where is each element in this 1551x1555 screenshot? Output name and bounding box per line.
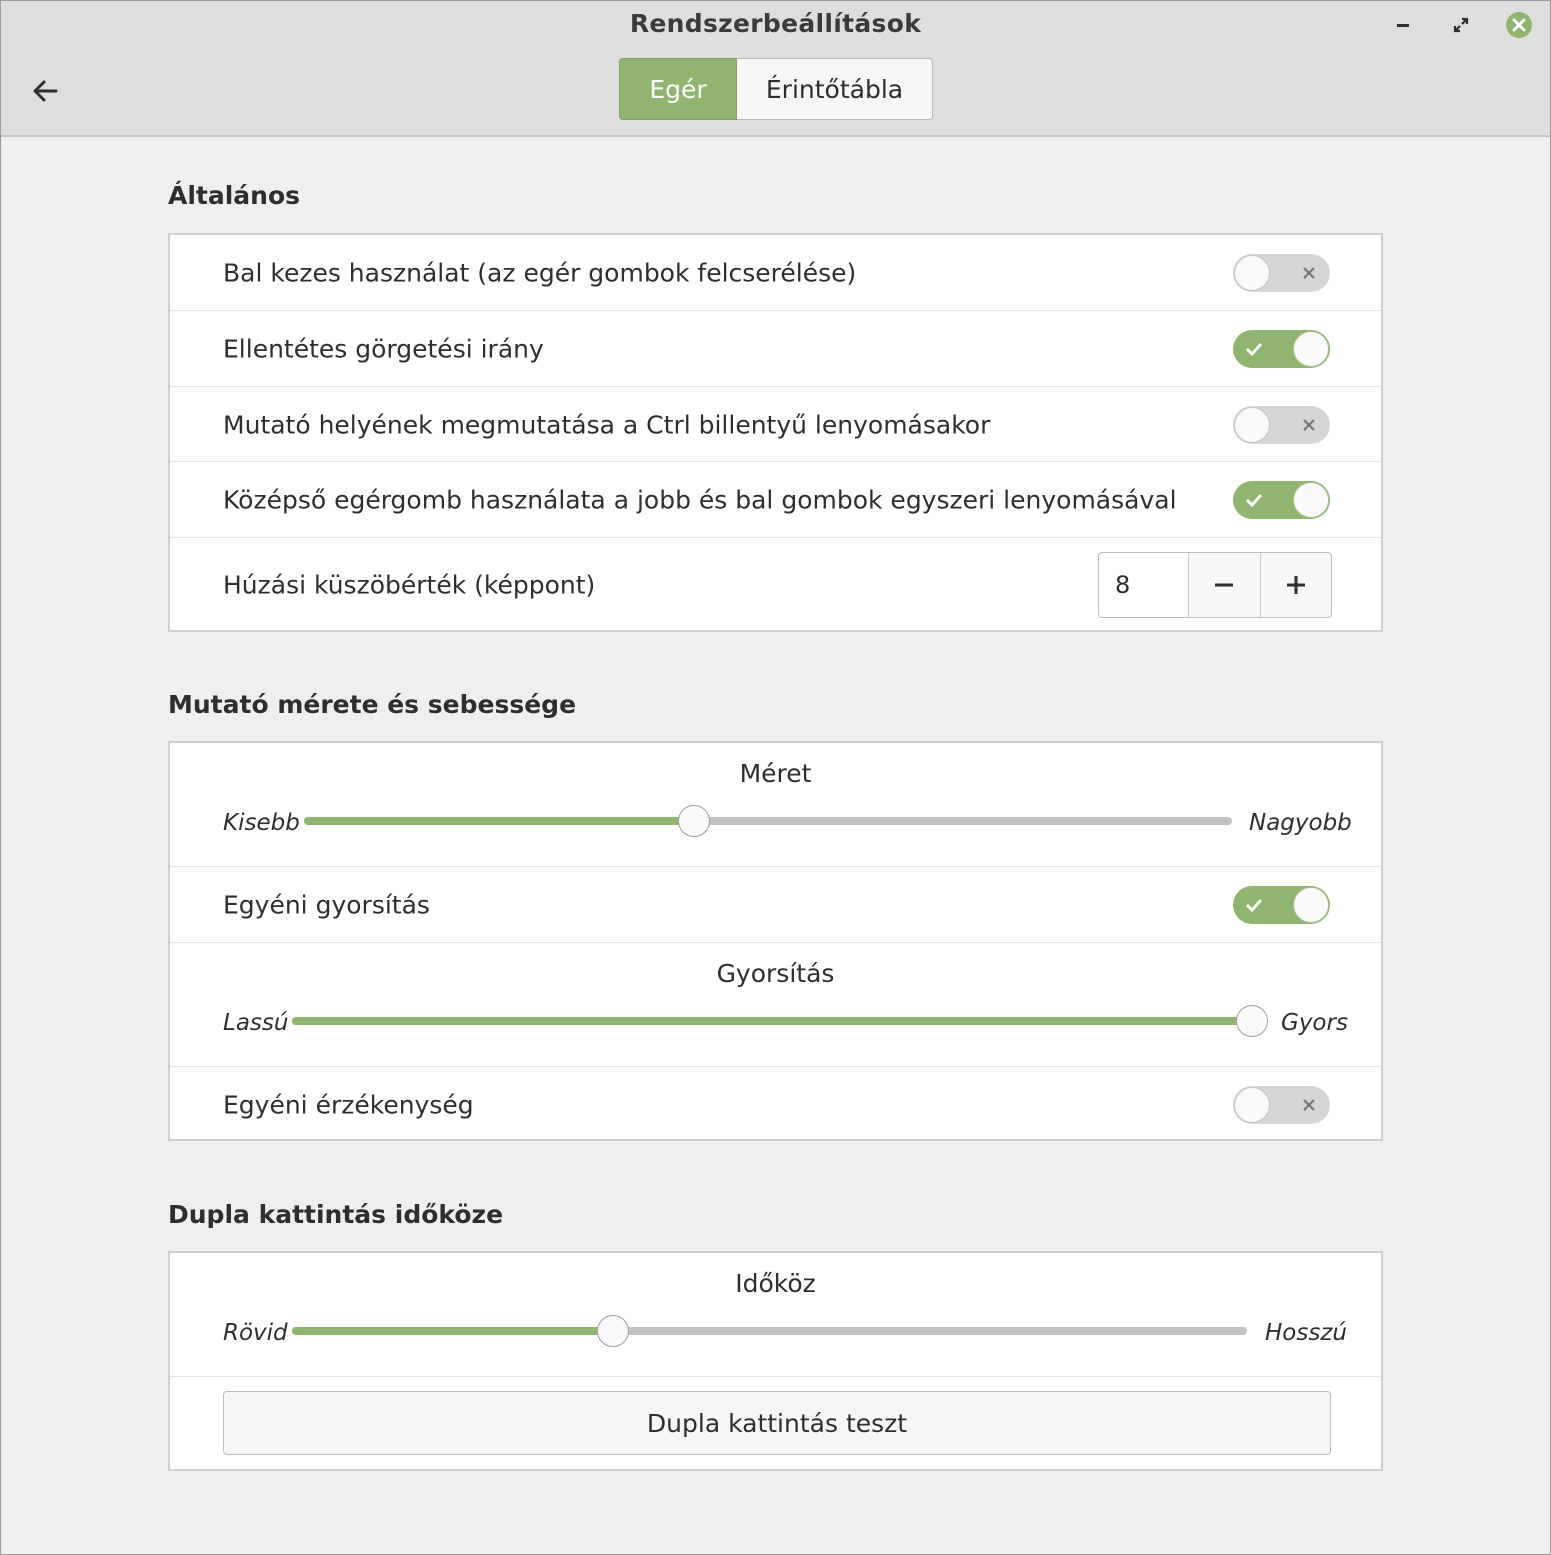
switch-knob bbox=[1234, 1087, 1270, 1123]
restore-icon bbox=[1453, 17, 1469, 33]
cross-icon bbox=[1302, 406, 1316, 444]
slider-handle[interactable] bbox=[677, 805, 710, 837]
slider-max-label: Hosszú bbox=[1265, 1320, 1347, 1346]
window-title: Rendszerbeállítások bbox=[629, 9, 922, 38]
setting-row-left-handed: Bal kezes használat (az egér gombok felc… bbox=[170, 235, 1381, 310]
setting-label: Egyéni érzékenység bbox=[223, 1090, 474, 1120]
plus-icon bbox=[1286, 576, 1305, 594]
slider-handle[interactable] bbox=[596, 1315, 629, 1347]
setting-label: Mutató helyének megmutatása a Ctrl bille… bbox=[223, 410, 991, 440]
switch-knob bbox=[1234, 255, 1270, 291]
slider-title: Méret bbox=[739, 759, 812, 788]
slider-max-label: Nagyobb bbox=[1249, 810, 1352, 836]
slider-fill bbox=[304, 817, 694, 825]
setting-row-acceleration: Gyorsítás Lassú Gyors bbox=[170, 942, 1381, 1066]
reverse-scroll-switch[interactable] bbox=[1233, 330, 1330, 368]
slider-max-label: Gyors bbox=[1281, 1010, 1348, 1036]
setting-label: Ellentétes görgetési irány bbox=[223, 334, 544, 364]
switch-knob bbox=[1293, 331, 1329, 367]
middle-click-switch[interactable] bbox=[1233, 481, 1330, 519]
setting-row-custom-sensitivity: Egyéni érzékenység bbox=[170, 1066, 1381, 1141]
close-button[interactable] bbox=[1504, 10, 1534, 40]
setting-label: Egyéni gyorsítás bbox=[223, 890, 430, 920]
setting-row-middle-click: Középső egérgomb használata a jobb és ba… bbox=[170, 461, 1381, 537]
arrow-left-icon bbox=[33, 80, 58, 102]
double-click-interval-slider[interactable] bbox=[292, 1315, 1247, 1347]
slider-fill bbox=[292, 1327, 613, 1335]
check-icon bbox=[1245, 330, 1263, 368]
left-handed-switch[interactable] bbox=[1233, 254, 1330, 292]
slider-min-label: Rövid bbox=[223, 1320, 288, 1346]
setting-row-locate-pointer: Mutató helyének megmutatása a Ctrl bille… bbox=[170, 386, 1381, 461]
general-settings-box: Bal kezes használat (az egér gombok felc… bbox=[168, 233, 1383, 632]
switch-knob bbox=[1234, 407, 1270, 443]
setting-label: Húzási küszöbérték (képpont) bbox=[223, 570, 596, 600]
pointer-size-slider[interactable] bbox=[304, 805, 1232, 837]
setting-row-double-click-interval: Időköz Rövid Hosszú bbox=[170, 1253, 1381, 1376]
decrease-button[interactable] bbox=[1189, 553, 1261, 617]
setting-row-pointer-size: Méret Kisebb Nagyobb bbox=[170, 743, 1381, 866]
section-title-pointer: Mutató mérete és sebessége bbox=[168, 690, 577, 719]
slider-min-label: Lassú bbox=[223, 1010, 289, 1036]
acceleration-slider[interactable] bbox=[292, 1005, 1268, 1037]
drag-threshold-value[interactable]: 8 bbox=[1099, 553, 1190, 617]
header-bar: Rendszerbeállítások Egér Érintőtábla bbox=[1, 1, 1550, 137]
double-click-settings-box: Időköz Rövid Hosszú Dupla kattintás tesz… bbox=[168, 1251, 1383, 1471]
close-icon bbox=[1506, 12, 1532, 38]
locate-pointer-switch[interactable] bbox=[1233, 406, 1330, 444]
switch-knob bbox=[1293, 887, 1329, 923]
minus-icon bbox=[1215, 583, 1234, 587]
setting-row-drag-threshold: Húzási küszöbérték (képpont) 8 bbox=[170, 537, 1381, 632]
cross-icon bbox=[1302, 254, 1316, 292]
drag-threshold-spinbutton: 8 bbox=[1098, 552, 1332, 618]
slider-title: Gyorsítás bbox=[716, 959, 835, 988]
setting-row-custom-accel: Egyéni gyorsítás bbox=[170, 866, 1381, 942]
slider-title: Időköz bbox=[735, 1269, 816, 1298]
slider-handle[interactable] bbox=[1236, 1005, 1268, 1037]
settings-window: Rendszerbeállítások Egér Érintőtábla Ált… bbox=[0, 0, 1551, 1555]
increase-button[interactable] bbox=[1260, 553, 1331, 617]
maximize-button[interactable] bbox=[1447, 11, 1475, 39]
switch-knob bbox=[1293, 482, 1329, 518]
check-icon bbox=[1245, 886, 1263, 924]
slider-fill bbox=[292, 1017, 1252, 1025]
custom-sensitivity-switch[interactable] bbox=[1233, 1086, 1330, 1124]
setting-label: Középső egérgomb használata a jobb és ba… bbox=[223, 485, 1177, 515]
setting-label: Bal kezes használat (az egér gombok felc… bbox=[223, 258, 857, 288]
tab-mouse[interactable]: Egér bbox=[619, 58, 737, 120]
section-title-double-click: Dupla kattintás időköze bbox=[168, 1200, 504, 1229]
double-click-test-button[interactable]: Dupla kattintás teszt bbox=[223, 1391, 1331, 1455]
slider-min-label: Kisebb bbox=[223, 810, 300, 836]
custom-accel-switch[interactable] bbox=[1233, 886, 1330, 924]
back-button[interactable] bbox=[21, 69, 69, 113]
pointer-settings-box: Méret Kisebb Nagyobb Egyéni gyorsítás Gy… bbox=[168, 741, 1383, 1141]
tab-touchpad[interactable]: Érintőtábla bbox=[737, 58, 933, 120]
check-icon bbox=[1245, 481, 1263, 519]
minimize-button[interactable] bbox=[1389, 11, 1417, 39]
minimize-icon bbox=[1397, 24, 1409, 27]
section-title-general: Általános bbox=[168, 181, 301, 210]
tab-stack-switcher: Egér Érintőtábla bbox=[619, 58, 933, 122]
cross-icon bbox=[1302, 1086, 1316, 1124]
setting-row-reverse-scroll: Ellentétes görgetési irány bbox=[170, 310, 1381, 386]
